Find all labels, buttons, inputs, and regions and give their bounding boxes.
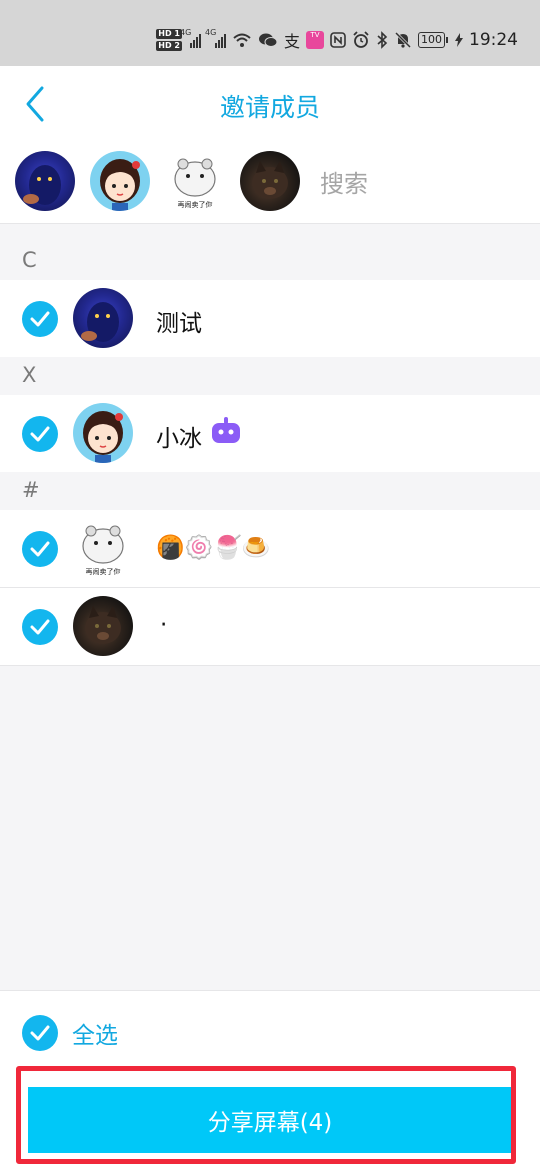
mute-icon bbox=[394, 31, 412, 49]
member-checkbox[interactable] bbox=[22, 609, 58, 645]
member-name: · bbox=[160, 612, 168, 638]
hamster-caption: 再闹卖了你 bbox=[86, 567, 121, 576]
checkmark-icon bbox=[30, 541, 50, 557]
member-row-emoji[interactable]: 再闹卖了你 🍘🍥🍧🍮 bbox=[0, 510, 540, 588]
alarm-icon bbox=[353, 31, 369, 48]
section-letter: X bbox=[22, 363, 37, 387]
member-name: 小冰 bbox=[156, 426, 202, 452]
cartoon-girl-image bbox=[83, 411, 123, 463]
cat-image bbox=[85, 606, 121, 644]
select-all-checkbox[interactable] bbox=[22, 1015, 58, 1051]
hd1-badge: HD 1 bbox=[156, 29, 182, 39]
bluetooth-icon bbox=[377, 31, 388, 49]
avatar: 再闹卖了你 bbox=[73, 518, 133, 578]
nfc-icon bbox=[330, 32, 346, 48]
member-name: 🍘🍥🍧🍮 bbox=[156, 535, 271, 561]
select-all-label: 全选 bbox=[72, 1023, 118, 1049]
section-header-hash: # bbox=[0, 472, 540, 510]
battery-icon: 100 bbox=[418, 32, 448, 48]
signal-1-icon: 4G bbox=[180, 28, 201, 48]
status-bar: HD 1 HD 2 4G 4G 支 TV 100 19:24 bbox=[0, 0, 540, 66]
avatar bbox=[73, 596, 133, 656]
section-header-x: X bbox=[0, 357, 540, 395]
robot-icon bbox=[212, 417, 240, 443]
cat-image bbox=[252, 161, 288, 199]
wechat-icon bbox=[258, 33, 278, 47]
alipay-icon: 支 bbox=[283, 32, 300, 51]
section-letter: C bbox=[22, 248, 37, 272]
avatar bbox=[73, 403, 133, 463]
net1-label: 4G bbox=[179, 28, 192, 37]
selected-avatar-night-character[interactable] bbox=[15, 151, 75, 211]
member-checkbox[interactable] bbox=[22, 531, 58, 567]
avatar bbox=[73, 288, 133, 348]
member-checkbox[interactable] bbox=[22, 301, 58, 337]
member-name: 测试 bbox=[156, 311, 202, 337]
hd2-badge: HD 2 bbox=[156, 41, 182, 51]
selected-avatar-cartoon-girl[interactable] bbox=[90, 151, 150, 211]
search-input[interactable] bbox=[318, 163, 522, 205]
night-character-image bbox=[23, 165, 61, 205]
selected-avatar-hamster[interactable]: 再闹卖了你 bbox=[165, 151, 225, 211]
bottom-action-bar: 全选 分享屏幕(4) bbox=[0, 990, 540, 1172]
checkmark-icon bbox=[30, 619, 50, 635]
night-character-image bbox=[81, 302, 119, 342]
select-all-toggle[interactable]: 全选 bbox=[22, 1013, 118, 1053]
app-header: 邀请成员 bbox=[0, 66, 540, 143]
wifi-icon bbox=[233, 33, 251, 47]
share-screen-button[interactable]: 分享屏幕(4) bbox=[28, 1087, 512, 1153]
status-icons: HD 1 HD 2 4G 4G 支 TV 100 19:24 bbox=[156, 28, 518, 52]
signal-2-icon: 4G bbox=[205, 28, 226, 48]
svg-text:再闹卖了你: 再闹卖了你 bbox=[178, 200, 213, 209]
charging-icon bbox=[455, 33, 463, 47]
member-row-dot[interactable]: · bbox=[0, 588, 540, 666]
tv-app-icon: TV bbox=[306, 31, 324, 49]
selected-members-strip: 再闹卖了你 bbox=[0, 143, 540, 224]
hamster-image: 再闹卖了你 bbox=[174, 158, 216, 209]
section-letter: # bbox=[22, 478, 40, 502]
member-checkbox[interactable] bbox=[22, 416, 58, 452]
checkmark-icon bbox=[30, 426, 50, 442]
hamster-image: 再闹卖了你 bbox=[82, 525, 124, 576]
cartoon-girl-image bbox=[100, 159, 140, 211]
net2-label: 4G bbox=[204, 28, 217, 37]
member-row-ceshi[interactable]: 测试 bbox=[0, 280, 540, 358]
hd-indicator: HD 1 HD 2 bbox=[156, 29, 182, 51]
checkmark-icon bbox=[30, 311, 50, 327]
clock: 19:24 bbox=[469, 30, 518, 50]
selected-avatar-cat[interactable] bbox=[240, 151, 300, 211]
checkmark-icon bbox=[30, 1025, 50, 1041]
member-row-xiaobing[interactable]: 小冰 bbox=[0, 395, 540, 473]
section-header-c: C bbox=[0, 242, 540, 280]
page-title: 邀请成员 bbox=[219, 93, 320, 122]
